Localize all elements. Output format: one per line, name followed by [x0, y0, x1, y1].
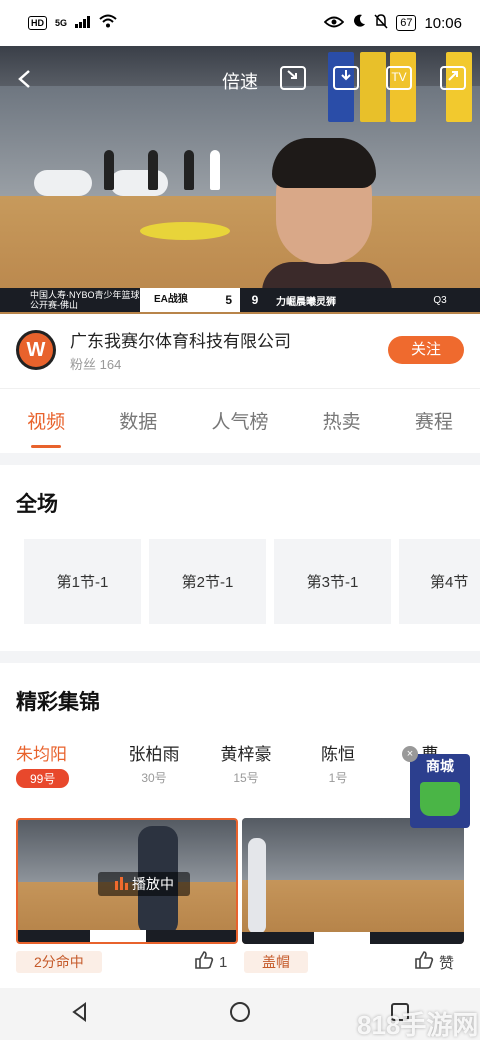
tab-stats[interactable]: 数据	[119, 407, 157, 434]
watermark: 818手游网	[357, 1010, 479, 1040]
moon-icon	[352, 14, 366, 32]
fullscreen-icon[interactable]	[440, 66, 466, 90]
player-number: 1号	[328, 771, 348, 785]
player-number: 30号	[141, 771, 167, 785]
tv-cast-button[interactable]: TV	[386, 66, 412, 90]
quarter-label: Q3	[433, 294, 447, 306]
tab-hot-sale[interactable]: 热卖	[323, 407, 361, 434]
shopping-cart-icon	[420, 782, 460, 816]
now-playing-badge: 播放中	[98, 872, 190, 896]
pip-icon[interactable]	[280, 66, 306, 90]
organizer-row: W 广东我赛尔体育科技有限公司 粉丝 164 关注	[0, 314, 480, 386]
thumbs-up-icon	[414, 950, 434, 974]
player-number: 99号	[16, 769, 70, 788]
network-indicator: 5G	[55, 18, 68, 28]
team1-block: EA战狼 5	[140, 288, 240, 312]
like-count: 1	[219, 953, 228, 971]
follow-button[interactable]: 关注	[388, 336, 464, 364]
now-playing-label: 播放中	[132, 876, 174, 892]
organizer-logo-icon: W	[16, 330, 56, 370]
divider	[0, 453, 480, 465]
tab-video[interactable]: 视频	[27, 407, 65, 448]
tab-bar: 视频 数据 人气榜 热卖 赛程	[0, 388, 480, 452]
banner	[360, 52, 386, 122]
battery-icon: 67	[396, 15, 417, 31]
wifi-icon	[99, 14, 117, 32]
thumbs-up-icon	[194, 950, 214, 974]
player-chip[interactable]: 黄梓豪 15号	[200, 740, 292, 790]
close-icon[interactable]: ×	[402, 746, 418, 762]
player-name: 陈恒	[321, 745, 355, 764]
clock: 10:06	[424, 14, 462, 32]
quarter-card[interactable]: 第3节-1	[274, 539, 391, 624]
team2-score: 9	[251, 293, 259, 307]
organizer-fans: 粉丝 164	[70, 357, 122, 372]
mute-bell-icon	[374, 13, 388, 33]
full-game-title: 全场	[16, 493, 58, 516]
ad-board	[34, 170, 92, 196]
equalizer-icon	[114, 876, 128, 893]
shop-float-button[interactable]: 商城	[410, 754, 470, 828]
like-button[interactable]: 赞	[414, 950, 454, 974]
court-player	[210, 150, 220, 190]
player-chip[interactable]: 朱均阳 99号	[16, 740, 108, 790]
nav-home-icon[interactable]	[229, 1001, 251, 1028]
quarter-card[interactable]: 第2节-1	[149, 539, 266, 624]
court-center	[140, 222, 230, 240]
league-name: 中国人寿·NYBO青少年篮球公开赛-佛山	[30, 290, 140, 310]
hd-indicator: HD	[28, 16, 47, 30]
highlights-title: 精彩集锦	[16, 691, 100, 714]
speed-button[interactable]: 倍速	[222, 68, 258, 94]
video-subject	[262, 138, 392, 302]
court-player	[104, 150, 114, 190]
nav-back-icon[interactable]	[70, 1001, 90, 1027]
shop-label: 商城	[426, 758, 454, 774]
quarter-list: 第1节-1 第2节-1 第3节-1 第4节	[24, 539, 480, 624]
tab-popularity[interactable]: 人气榜	[211, 407, 268, 434]
divider	[0, 651, 480, 663]
team2-name: 力崛晨曦灵狮	[276, 296, 336, 308]
player-chip[interactable]: 张柏雨 30号	[108, 740, 200, 790]
quarter-card[interactable]: 第1节-1	[24, 539, 141, 624]
court-player	[184, 150, 194, 190]
download-icon[interactable]	[333, 66, 359, 90]
player-chip[interactable]: 陈恒 1号	[292, 740, 384, 790]
tab-schedule[interactable]: 赛程	[415, 407, 453, 434]
clip-tag: 盖帽	[244, 951, 308, 973]
status-bar: HD 5G 67 10:06	[0, 0, 480, 46]
ad-board	[110, 170, 168, 196]
team1-name: EA战狼	[154, 294, 188, 305]
video-player[interactable]: 倍速 TV 中国人寿·NYBO青少年篮球公开赛-佛山 EA战狼 5 9 力崛晨曦…	[0, 46, 480, 314]
player-name: 黄梓豪	[220, 745, 272, 764]
scoreboard: 中国人寿·NYBO青少年篮球公开赛-佛山 EA战狼 5 9 力崛晨曦灵狮 Q3	[0, 288, 480, 312]
highlight-clip[interactable]: 播放中	[16, 818, 238, 944]
eye-icon	[323, 15, 345, 32]
quarter-card[interactable]: 第4节	[399, 539, 480, 624]
player-name: 朱均阳	[16, 745, 67, 764]
player-name: 张柏雨	[128, 745, 180, 764]
like-label: 赞	[439, 954, 455, 972]
team1-score: 5	[225, 293, 232, 307]
like-button[interactable]: 1	[194, 950, 227, 974]
back-icon[interactable]	[14, 68, 36, 95]
player-number: 15号	[233, 771, 259, 785]
clip-tag: 2分命中	[16, 951, 102, 973]
court-player	[148, 150, 158, 190]
signal-icon	[75, 15, 91, 32]
highlight-clip[interactable]	[242, 818, 464, 944]
organizer-name: 广东我赛尔体育科技有限公司	[70, 332, 291, 351]
